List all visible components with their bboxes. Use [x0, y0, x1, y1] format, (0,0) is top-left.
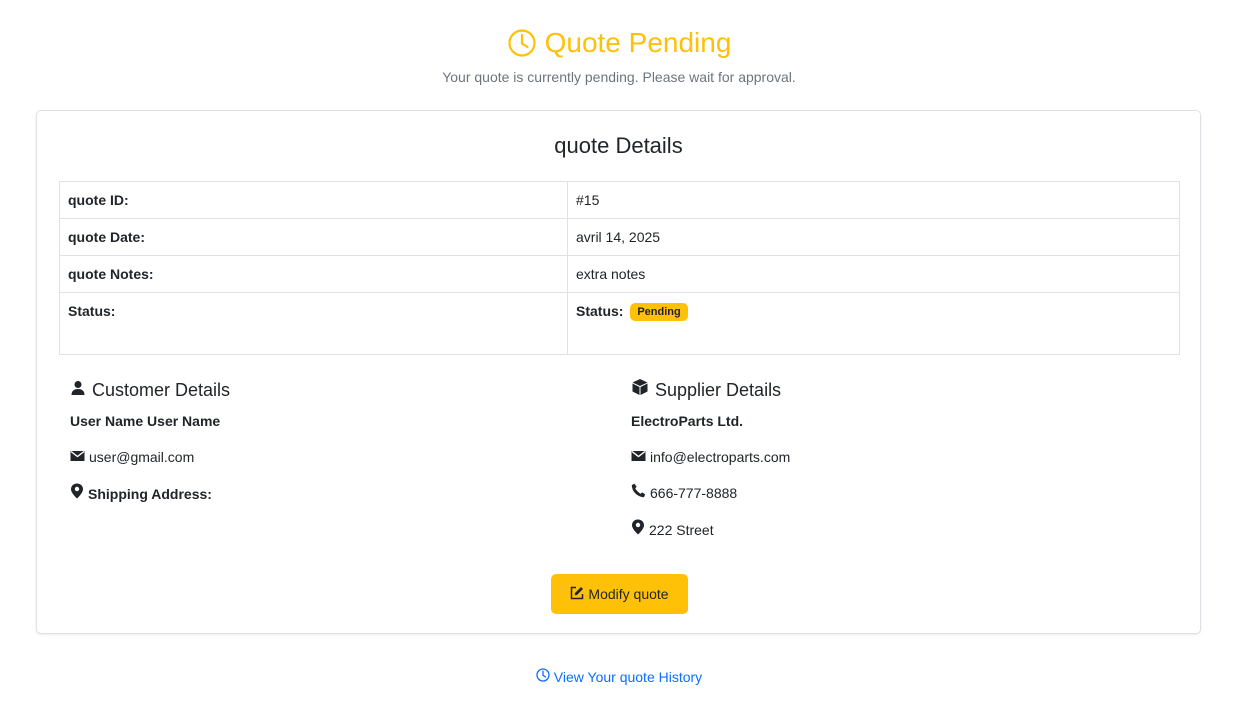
page-subtitle: Your quote is currently pending. Please … — [442, 69, 796, 85]
phone-icon — [631, 483, 646, 503]
envelope-icon — [70, 447, 85, 467]
customer-heading-text: Customer Details — [92, 380, 231, 400]
quote-date-value: avril 14, 2025 — [567, 218, 1180, 256]
customer-email-line: user@gmail.com — [70, 447, 590, 467]
quote-id-label: quote ID: — [59, 181, 568, 219]
table-row: quote Date: avril 14, 2025 — [59, 218, 1180, 256]
customer-name: User Name User Name — [70, 413, 221, 429]
envelope-icon — [631, 447, 646, 467]
status-cell: Status: Pending — [567, 292, 1180, 355]
edit-icon — [570, 586, 584, 603]
quote-pending-page: Quote Pending Your quote is currently pe… — [0, 0, 1238, 708]
supplier-heading-text: Supplier Details — [655, 380, 782, 400]
title-row: Quote Pending — [0, 24, 1238, 62]
quote-notes-value: extra notes — [567, 255, 1180, 293]
customer-email: user@gmail.com — [89, 449, 195, 465]
supplier-email: info@electroparts.com — [650, 449, 791, 465]
clock-icon — [536, 667, 550, 687]
supplier-details: Supplier Details ElectroParts Ltd. info@… — [631, 377, 1151, 540]
map-pin-icon — [631, 519, 645, 540]
quote-id-value: #15 — [567, 181, 1180, 219]
supplier-phone: 666-777-8888 — [650, 485, 738, 501]
card-title: quote Details — [554, 133, 683, 158]
history-link-row: View Your quote History — [0, 667, 1238, 687]
page-header: Quote Pending Your quote is currently pe… — [0, 24, 1238, 86]
table-row: Status: Status: Pending — [59, 292, 1180, 355]
status-label: Status: — [59, 292, 568, 355]
table-row: quote ID: #15 — [59, 181, 1180, 219]
supplier-address: 222 Street — [649, 521, 714, 538]
supplier-heading: Supplier Details — [631, 377, 1151, 403]
status-badge: Pending — [630, 303, 688, 321]
supplier-address-line: 222 Street — [631, 519, 1151, 540]
table-row: quote Notes: extra notes — [59, 255, 1180, 293]
user-icon — [70, 377, 86, 403]
shipping-address-label: Shipping Address: — [88, 485, 212, 502]
status-inline-label: Status: — [576, 303, 624, 319]
box-icon — [631, 377, 649, 403]
quote-details-card: quote Details quote ID: #15 quote Date: … — [36, 110, 1201, 634]
quote-date-label: quote Date: — [59, 218, 568, 256]
supplier-phone-line: 666-777-8888 — [631, 483, 1151, 503]
map-pin-icon — [70, 483, 84, 504]
modify-quote-button[interactable]: Modify quote — [551, 574, 688, 614]
modify-quote-label: Modify quote — [588, 586, 669, 602]
customer-shipping-line: Shipping Address: — [70, 483, 590, 504]
view-history-link[interactable]: View Your quote History — [536, 667, 702, 687]
supplier-name: ElectroParts Ltd. — [631, 413, 744, 429]
customer-details: Customer Details User Name User Name use… — [70, 377, 590, 504]
view-history-label: View Your quote History — [553, 669, 703, 685]
clock-icon — [507, 28, 537, 58]
supplier-email-line: info@electroparts.com — [631, 447, 1151, 467]
page-title: Quote Pending — [544, 27, 732, 58]
quote-details-table: quote ID: #15 quote Date: avril 14, 2025… — [59, 181, 1180, 355]
quote-notes-label: quote Notes: — [59, 255, 568, 293]
customer-heading: Customer Details — [70, 377, 590, 403]
